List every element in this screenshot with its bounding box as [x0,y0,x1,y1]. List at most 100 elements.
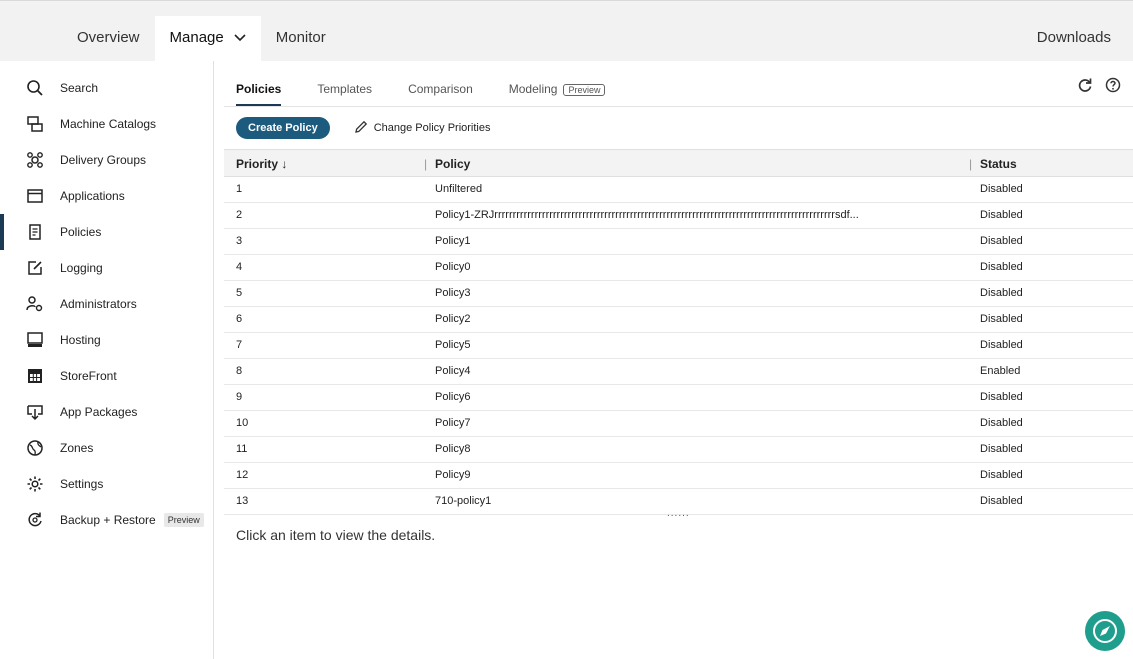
sidebar-item-label: Logging [60,261,103,275]
priority-cell: 1 [236,183,243,195]
priority-cell: 6 [236,313,243,325]
table-row[interactable]: 10 Policy7 Disabled [224,411,1133,437]
preview-badge: Preview [563,84,606,96]
storefront-icon [26,367,44,385]
table-row[interactable]: 11 Policy8 Disabled [224,437,1133,463]
priority-cell: 9 [236,391,243,403]
status-cell: Disabled [980,339,1023,351]
priority-cell: 2 [236,209,243,221]
status-cell: Disabled [980,313,1023,325]
sidebar-item-storefront[interactable]: StoreFront [0,358,213,394]
policy-cell: Policy4 [435,365,471,377]
tab-modeling[interactable]: Modeling Preview [509,82,606,106]
sidebar-item-settings[interactable]: Settings [0,466,213,502]
status-cell: Disabled [980,287,1023,299]
machine-catalogs-icon [26,115,44,133]
sidebar-item-delivery-groups[interactable]: Delivery Groups [0,142,213,178]
priority-cell: 3 [236,235,243,247]
sidebar-item-app-packages[interactable]: App Packages [0,394,213,430]
policies-icon [26,223,44,241]
status-cell: Disabled [980,391,1023,403]
policy-column-header[interactable]: Policy [435,157,965,171]
priority-cell: 4 [236,261,243,273]
header-actions [1077,77,1121,98]
table-row[interactable]: 7 Policy5 Disabled [224,333,1133,359]
tab-label: Modeling [508,82,558,96]
table-row[interactable]: 8 Policy4 Enabled [224,359,1133,385]
preview-badge: Preview [163,513,204,527]
sidebar-item-label: Search [60,81,99,95]
nav-manage[interactable]: Manage [154,16,261,62]
sidebar-item-applications[interactable]: Applications [0,178,213,214]
create-policy-button[interactable]: Create Policy [236,117,330,139]
sidebar: Search Machine Catalogs Delivery Groups … [0,61,214,659]
table-body: 1 Unfiltered Disabled 2 Policy1-ZRJrrrrrrrrr… [224,177,1133,515]
nav-overview-label: Overview [77,29,140,46]
table-row[interactable]: 12 Policy9 Disabled [224,463,1133,489]
policy-cell: Unfiltered [435,183,483,195]
policy-cell: Policy0 [435,261,471,273]
table-row[interactable]: 3 Policy1 Disabled [224,229,1133,255]
sidebar-item-label: Machine Catalogs [60,117,157,131]
priority-cell: 5 [236,287,243,299]
status-cell: Disabled [980,261,1023,273]
details-placeholder: Click an item to view the details. [236,527,436,543]
sidebar-item-label: Zones [60,441,94,455]
sidebar-item-policies[interactable]: Policies [0,214,213,250]
change-priorities-label: Change Policy Priorities [373,122,491,134]
change-policy-priorities-button[interactable]: Change Policy Priorities [354,120,491,137]
table-row[interactable]: 5 Policy3 Disabled [224,281,1133,307]
help-icon[interactable] [1105,77,1121,98]
hosting-icon [26,331,44,349]
table-row[interactable]: 1 Unfiltered Disabled [224,177,1133,203]
sidebar-item-label: Policies [60,225,102,239]
tab-templates[interactable]: Templates [317,82,372,106]
tab-label: Comparison [408,82,473,96]
table-row[interactable]: 2 Policy1-ZRJrrrrrrrrrrrrrrrrrrrrrrrrrrrr… [224,203,1133,229]
sidebar-item-machine-catalogs[interactable]: Machine Catalogs [0,106,213,142]
priority-column-header[interactable]: Priority ↓ [236,157,287,171]
table-row[interactable]: 6 Policy2 Disabled [224,307,1133,333]
sidebar-item-administrators[interactable]: Administrators [0,286,213,322]
zones-icon [26,439,44,457]
sidebar-item-label: StoreFront [60,369,117,383]
status-column-header[interactable]: Status [980,157,1017,171]
policy-cell: 710-policy1 [435,495,492,507]
tab-divider [224,106,1133,107]
column-divider: | [424,157,428,171]
navigation-assistant-button[interactable] [1085,611,1125,651]
policy-cell: Policy1-ZRJrrrrrrrrrrrrrrrrrrrrrrrrrrrrr… [435,209,859,221]
refresh-icon[interactable] [1077,77,1093,98]
column-divider: | [969,157,973,171]
sidebar-item-logging[interactable]: Logging [0,250,213,286]
tab-label: Templates [317,82,373,96]
logging-icon [26,259,44,277]
sidebar-item-backup-restore[interactable]: Backup + Restore Preview [0,502,213,538]
sidebar-item-label: Hosting [60,333,101,347]
sidebar-item-zones[interactable]: Zones [0,430,213,466]
tab-label: Policies [236,82,282,96]
table-row[interactable]: 9 Policy6 Disabled [224,385,1133,411]
status-cell: Disabled [980,209,1023,221]
sidebar-item-search[interactable]: Search [0,70,213,106]
sidebar-item-label: Administrators [60,297,137,311]
nav-overview[interactable]: Overview [62,16,155,62]
status-cell: Disabled [980,417,1023,429]
tab-policies[interactable]: Policies [236,82,282,106]
chevron-down-icon [234,16,246,60]
policy-tabs: Policies Templates Comparison Modeling Pr… [236,82,641,106]
policy-cell: Policy2 [435,313,471,325]
policy-cell: Policy1 [435,235,471,247]
resize-handle[interactable]: ...... [667,508,690,519]
downloads-link[interactable]: Downloads [1037,16,1111,62]
sidebar-item-hosting[interactable]: Hosting [0,322,213,358]
compass-arrow-icon [1093,619,1117,643]
status-cell: Disabled [980,443,1023,455]
table-row[interactable]: 4 Policy0 Disabled [224,255,1133,281]
sidebar-item-label: Applications [60,189,125,203]
nav-monitor-label: Monitor [275,29,326,46]
tab-comparison[interactable]: Comparison [408,82,473,106]
policy-cell: Policy7 [435,417,471,429]
nav-manage-label: Manage [169,29,224,46]
nav-monitor[interactable]: Monitor [261,16,341,62]
